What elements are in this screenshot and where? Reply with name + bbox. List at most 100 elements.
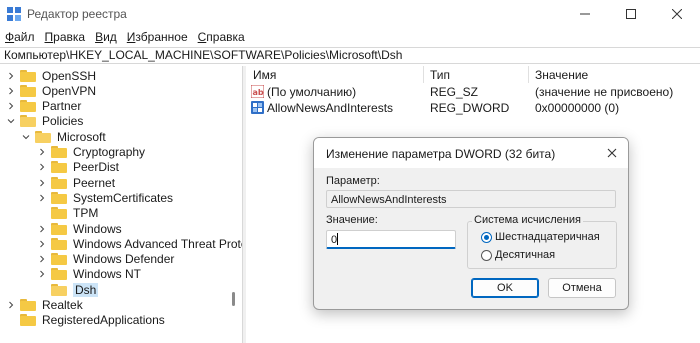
param-name-field: AllowNewsAndInterests xyxy=(326,190,616,208)
dword-value-icon xyxy=(251,101,264,114)
list-header: Имя Тип Значение xyxy=(247,66,700,83)
chevron-right-icon[interactable] xyxy=(37,162,47,172)
menu-edit-label: равка xyxy=(53,30,86,44)
value-data-input[interactable]: 0 xyxy=(326,230,456,249)
tree-item[interactable]: Windows xyxy=(37,221,122,236)
tree-item[interactable]: SystemCertificates xyxy=(37,190,173,205)
folder-icon xyxy=(51,222,67,235)
column-header-value[interactable]: Значение xyxy=(535,68,588,82)
menu-edit-accel: П xyxy=(44,30,54,44)
tree-item[interactable]: Windows NT xyxy=(37,267,141,282)
string-value-icon: ab xyxy=(251,85,264,98)
param-label: Параметр: xyxy=(326,175,380,187)
ok-button[interactable]: OK xyxy=(471,278,539,298)
maximize-button[interactable] xyxy=(608,0,654,28)
tree-item[interactable]: Peernet xyxy=(37,175,115,190)
folder-icon xyxy=(51,207,67,220)
menu-view-label: ид xyxy=(103,30,117,44)
dialog-close-icon[interactable] xyxy=(604,145,620,161)
chevron-right-icon[interactable] xyxy=(37,254,47,264)
tree-item-label: Windows Defender xyxy=(73,252,175,267)
folder-icon xyxy=(20,84,36,97)
menu-file[interactable]: Файл xyxy=(0,28,40,46)
column-header-name[interactable]: Имя xyxy=(253,68,276,82)
tree-item-label: Windows Advanced Threat Protect xyxy=(73,236,242,251)
value-type: REG_DWORD xyxy=(430,101,510,115)
chevron-right-icon[interactable] xyxy=(37,224,47,234)
dialog-title: Изменение параметра DWORD (32 бита) xyxy=(326,147,556,161)
tree-item-label: Microsoft xyxy=(57,129,106,144)
list-row[interactable]: ab (По умолчанию) REG_SZ (значение не пр… xyxy=(247,84,700,100)
tree-item-label: OpenSSH xyxy=(42,68,97,83)
value-name: AllowNewsAndInterests xyxy=(267,101,394,115)
tree-item[interactable]: OpenSSH xyxy=(6,68,96,83)
tree-item-label: Realtek xyxy=(42,298,83,312)
value-type: REG_SZ xyxy=(430,85,479,99)
radio-hex-button[interactable] xyxy=(481,231,492,243)
tree-item-label: SystemCertificates xyxy=(73,190,174,205)
value-label: Значение: xyxy=(326,214,378,226)
radio-hex-label: Шестнадцатеричная xyxy=(495,231,600,243)
tree-item-label: Policies xyxy=(42,114,84,129)
address-bar[interactable]: Компьютер\HKEY_LOCAL_MACHINE\SOFTWARE\Po… xyxy=(0,47,700,64)
radio-hex[interactable]: Шестнадцатеричная xyxy=(481,231,600,243)
tree-item[interactable]: Cryptography xyxy=(37,145,145,160)
folder-icon xyxy=(51,146,67,158)
chevron-right-icon[interactable] xyxy=(37,178,47,188)
folder-icon xyxy=(51,237,67,250)
menu-view[interactable]: Вид xyxy=(90,28,122,46)
column-separator[interactable] xyxy=(423,66,424,83)
tree-item-label: PeerDist xyxy=(73,160,120,175)
radio-dec[interactable]: Десятичная xyxy=(481,249,555,261)
column-header-type[interactable]: Тип xyxy=(430,68,450,82)
value-data: (значение не присвоено) xyxy=(535,85,674,99)
tree-item-label: Dsh xyxy=(73,282,99,297)
tree-item-label: TPM xyxy=(73,206,99,221)
tree-scrollbar[interactable] xyxy=(231,66,237,343)
tree-item[interactable]: Policies xyxy=(6,114,83,129)
tree-item[interactable]: Microsoft xyxy=(21,129,106,144)
tree-item[interactable]: OpenVPN xyxy=(6,83,96,98)
tree-item-label: Peernet xyxy=(73,175,116,190)
menu-favorites[interactable]: Избранное xyxy=(122,28,193,46)
chevron-down-icon[interactable] xyxy=(6,116,16,126)
tree-item[interactable]: Partner xyxy=(6,99,81,114)
base-group-title: Система исчисления xyxy=(472,214,583,226)
tree-item[interactable]: Realtek xyxy=(6,298,83,313)
chevron-right-icon[interactable] xyxy=(6,86,16,96)
chevron-right-icon[interactable] xyxy=(6,300,16,310)
tree-item[interactable]: Dsh xyxy=(37,282,99,297)
title-bar: Редактор реестра xyxy=(0,0,700,28)
column-separator[interactable] xyxy=(528,66,529,83)
menu-help-label: правка xyxy=(206,30,245,44)
list-row[interactable]: AllowNewsAndInterests REG_DWORD 0x000000… xyxy=(247,100,700,116)
tree-item-label: Cryptography xyxy=(73,145,146,159)
chevron-right-icon[interactable] xyxy=(37,147,47,157)
pane-splitter[interactable] xyxy=(242,66,246,343)
close-window-button[interactable] xyxy=(654,0,700,28)
cancel-button[interactable]: Отмена xyxy=(548,278,616,298)
folder-icon xyxy=(51,268,67,281)
chevron-right-icon[interactable] xyxy=(37,239,47,249)
chevron-down-icon[interactable] xyxy=(21,132,31,142)
chevron-right-icon[interactable] xyxy=(37,193,47,203)
tree-item[interactable]: Windows Defender xyxy=(37,252,174,267)
menu-edit[interactable]: Правка xyxy=(40,28,91,46)
chevron-right-icon[interactable] xyxy=(37,269,47,279)
minimize-button[interactable] xyxy=(562,0,608,28)
menu-help[interactable]: Справка xyxy=(193,28,250,46)
value-name: (По умолчанию) xyxy=(267,85,357,99)
tree-item-label: OpenVPN xyxy=(42,83,97,98)
tree-item[interactable]: PeerDist xyxy=(37,160,119,175)
folder-icon xyxy=(51,191,67,204)
tree-scrollbar-thumb[interactable] xyxy=(232,292,235,306)
chevron-right-icon[interactable] xyxy=(6,101,16,111)
chevron-right-icon[interactable] xyxy=(6,71,16,81)
tree-item[interactable]: RegisteredApplications xyxy=(6,313,165,328)
radio-dec-button[interactable] xyxy=(481,249,492,261)
radio-dec-label: Десятичная xyxy=(495,249,556,261)
tree-item[interactable]: Windows Advanced Threat Protect xyxy=(37,236,242,251)
tree-item[interactable]: TPM xyxy=(37,206,98,221)
